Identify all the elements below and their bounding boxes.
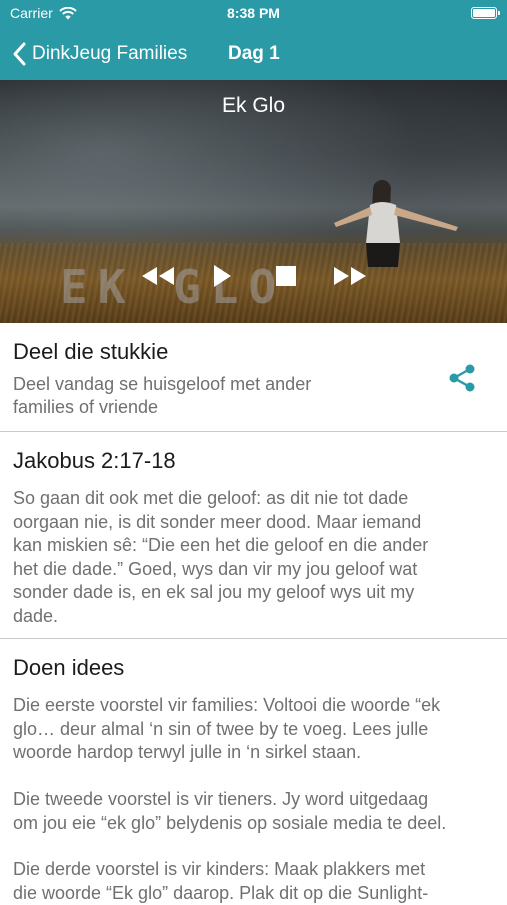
navigation-bar: DinkJeug Families Dag 1 — [0, 28, 507, 80]
fast-forward-icon — [332, 265, 368, 287]
ideas-heading: Doen idees — [13, 655, 124, 681]
scripture-line: kan miskien sê: “Die een het die geloof … — [13, 534, 428, 558]
stop-icon — [275, 265, 297, 287]
idea-line: woorde hardop terwyl julle in ‘n sirkel … — [13, 741, 361, 765]
idea-line: Die derde voorstel is vir kinders: Maak … — [13, 858, 425, 882]
ideas-section: Doen idees Die eerste voorstel vir famil… — [0, 639, 507, 900]
scripture-line: So gaan dit ook met die geloof: as dit n… — [13, 487, 408, 511]
stop-button[interactable] — [266, 260, 306, 292]
back-label: DinkJeug Families — [32, 43, 187, 65]
idea-line: Die eerste voorstel vir families: Voltoo… — [13, 694, 440, 718]
idea-line: om jou eie “ek glo” belydenis op sosiale… — [13, 812, 446, 836]
scripture-line: dade. — [13, 605, 58, 629]
scripture-line: het die dade.” Goed, wys dan vir my jou … — [13, 558, 417, 582]
share-description-line-2: families of vriende — [13, 396, 158, 420]
fast-forward-button[interactable] — [330, 260, 370, 292]
share-description-line-1: Deel vandag se huisgeloof met ander — [13, 373, 311, 397]
page-title: Dag 1 — [228, 28, 280, 80]
chevron-left-icon — [12, 42, 26, 66]
clock: 8:38 PM — [0, 5, 507, 21]
scripture-line: oorgaan nie, is dit sonder meer dood. Ma… — [13, 511, 421, 535]
status-bar: Carrier 8:38 PM — [0, 0, 507, 28]
idea-line: Die tweede voorstel is vir tieners. Jy w… — [13, 788, 428, 812]
scripture-reference: Jakobus 2:17-18 — [13, 448, 176, 474]
battery-icon — [471, 7, 497, 19]
play-button[interactable] — [202, 260, 242, 292]
media-player: Ek Glo EK GLO — [0, 80, 507, 323]
share-icon[interactable] — [447, 363, 477, 393]
idea-line: glo… deur almal ‘n sin of twee by te voe… — [13, 718, 428, 742]
playback-controls — [138, 260, 370, 292]
media-title: Ek Glo — [0, 94, 507, 118]
back-button[interactable]: DinkJeug Families — [12, 28, 187, 80]
rewind-icon — [140, 265, 176, 287]
play-icon — [211, 263, 233, 289]
scripture-line: sonder dade is, en ek sal jou my geloof … — [13, 581, 414, 605]
scripture-section: Jakobus 2:17-18 So gaan dit ook met die … — [0, 432, 507, 638]
idea-line: die woorde “Ek glo” daarop. Plak dit op … — [13, 882, 428, 905]
share-heading: Deel die stukkie — [13, 339, 168, 365]
rewind-button[interactable] — [138, 260, 178, 292]
share-section: Deel die stukkie Deel vandag se huisgelo… — [0, 323, 507, 431]
